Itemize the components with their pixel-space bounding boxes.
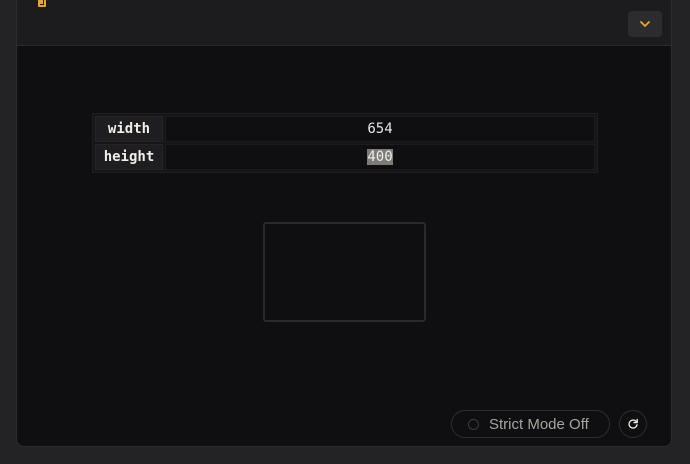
prop-value-width[interactable]: 654 bbox=[165, 116, 595, 142]
prop-key-height: height bbox=[95, 144, 163, 170]
panel-header bbox=[17, 0, 671, 46]
props-table: width 654 height 400 bbox=[92, 113, 598, 173]
prop-value-text: 654 bbox=[367, 121, 393, 137]
chevron-down-icon bbox=[640, 20, 650, 27]
strict-mode-toggle[interactable]: Strict Mode Off bbox=[451, 410, 610, 438]
preview-box bbox=[263, 222, 426, 322]
selected-value-text: 400 bbox=[367, 149, 393, 165]
prop-value-height[interactable]: 400 bbox=[165, 144, 595, 170]
table-row: height 400 bbox=[95, 144, 595, 170]
refresh-icon bbox=[628, 418, 638, 429]
collapse-button[interactable] bbox=[628, 11, 662, 37]
refresh-button[interactable] bbox=[619, 410, 647, 438]
strict-mode-label: Strict Mode Off bbox=[489, 415, 589, 433]
status-dot-icon bbox=[468, 418, 479, 430]
file-icon bbox=[38, 0, 46, 7]
preview-panel: width 654 height 400 bbox=[16, 0, 672, 447]
table-row: width 654 bbox=[95, 116, 595, 142]
prop-key-width: width bbox=[95, 116, 163, 142]
